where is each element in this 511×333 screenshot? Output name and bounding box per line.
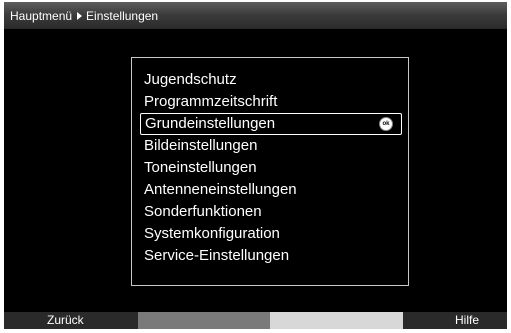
back-button-label: Zurück: [47, 313, 84, 327]
menu-item-antenneneinstellungen[interactable]: Antenneneinstellungen: [132, 179, 408, 201]
menu-item-jugendschutz[interactable]: Jugendschutz: [132, 69, 408, 91]
help-button-label: Hilfe: [454, 313, 479, 327]
menu-item-bildeinstellungen[interactable]: Bildeinstellungen: [132, 135, 408, 157]
menu-item-label: Bildeinstellungen: [144, 137, 258, 154]
menu-item-label: Service-Einstellungen: [144, 247, 290, 264]
menu-item-programmzeitschrift[interactable]: Programmzeitschrift: [132, 91, 408, 113]
menu-item-toneinstellungen[interactable]: Toneinstellungen: [132, 157, 408, 179]
back-button[interactable]: Zurück: [4, 312, 138, 329]
menu-item-label: Toneinstellungen: [144, 159, 257, 176]
tv-screen: Hauptmenü Einstellungen Jugendschutz Pro…: [4, 2, 507, 329]
menu-item-label: Programmzeitschrift: [144, 93, 278, 110]
menu-item-label: Antenneneinstellungen: [144, 181, 297, 198]
settings-menu-panel: Jugendschutz Programmzeitschrift Grundei…: [131, 57, 409, 286]
menu-item-label: Systemkonfiguration: [144, 225, 280, 242]
function-key-grey[interactable]: [138, 312, 270, 329]
help-button[interactable]: Hilfe: [403, 312, 507, 329]
ok-button-icon: ok: [379, 117, 393, 131]
menu-item-service-einstellungen[interactable]: Service-Einstellungen: [132, 245, 408, 267]
menu-item-label: Grundeinstellungen: [145, 115, 276, 132]
function-key-light[interactable]: [270, 312, 403, 329]
settings-menu-list: Jugendschutz Programmzeitschrift Grundei…: [132, 69, 408, 267]
menu-item-systemkonfiguration[interactable]: Systemkonfiguration: [132, 223, 408, 245]
breadcrumb-current: Einstellungen: [86, 8, 159, 23]
menu-item-grundeinstellungen[interactable]: Grundeinstellungen ok: [140, 113, 402, 135]
breadcrumb-arrow-icon: [77, 11, 83, 20]
breadcrumb: Hauptmenü Einstellungen: [4, 9, 158, 23]
footer-key-bar: Zurück Hilfe: [4, 312, 507, 329]
menu-item-label: Sonderfunktionen: [144, 203, 262, 220]
header-bar: Hauptmenü Einstellungen: [4, 2, 507, 29]
breadcrumb-root[interactable]: Hauptmenü: [10, 9, 72, 23]
menu-item-sonderfunktionen[interactable]: Sonderfunktionen: [132, 201, 408, 223]
menu-item-label: Jugendschutz: [144, 71, 237, 88]
